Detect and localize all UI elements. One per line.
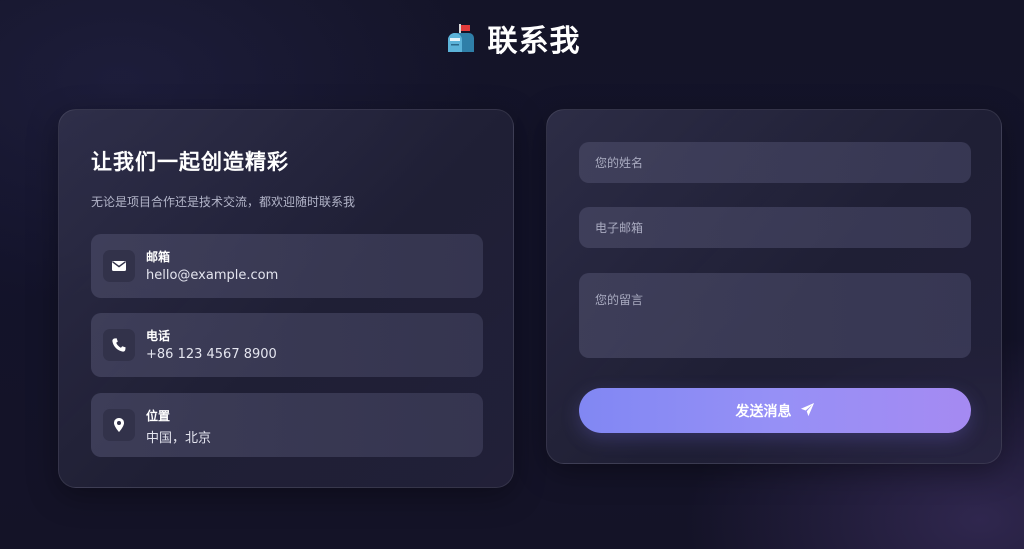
contact-value: +86 123 4567 8900 <box>146 347 277 362</box>
name-input[interactable] <box>579 142 971 183</box>
info-heading: 让我们一起创造精彩 <box>91 150 289 174</box>
send-button-label: 发送消息 <box>735 403 792 420</box>
page-title: 联系我 <box>487 24 581 59</box>
location-pin-icon <box>103 409 135 441</box>
contact-value: 中国，北京 <box>146 431 212 446</box>
paper-plane-icon <box>800 402 815 420</box>
phone-icon <box>103 329 135 361</box>
contact-label: 邮箱 <box>146 250 171 264</box>
email-input[interactable] <box>579 207 971 248</box>
contact-label: 电话 <box>146 329 171 343</box>
message-textarea[interactable] <box>579 273 971 358</box>
mailbox-icon <box>444 22 476 54</box>
contact-item-phone[interactable]: 电话 +86 123 4567 8900 <box>91 313 483 377</box>
contact-form-card: 发送消息 <box>546 109 1002 464</box>
contact-label: 位置 <box>146 409 171 423</box>
contact-item-location[interactable]: 位置 中国，北京 <box>91 393 483 457</box>
contact-item-email[interactable]: 邮箱 hello@example.com <box>91 234 483 298</box>
contact-value: hello@example.com <box>146 268 279 283</box>
info-subtitle: 无论是项目合作还是技术交流，都欢迎随时联系我 <box>91 195 356 209</box>
envelope-icon <box>103 250 135 282</box>
send-message-button[interactable]: 发送消息 <box>579 388 971 433</box>
contact-info-card: 让我们一起创造精彩 无论是项目合作还是技术交流，都欢迎随时联系我 邮箱 hell… <box>58 109 514 488</box>
page-header: 联系我 <box>0 14 1024 62</box>
